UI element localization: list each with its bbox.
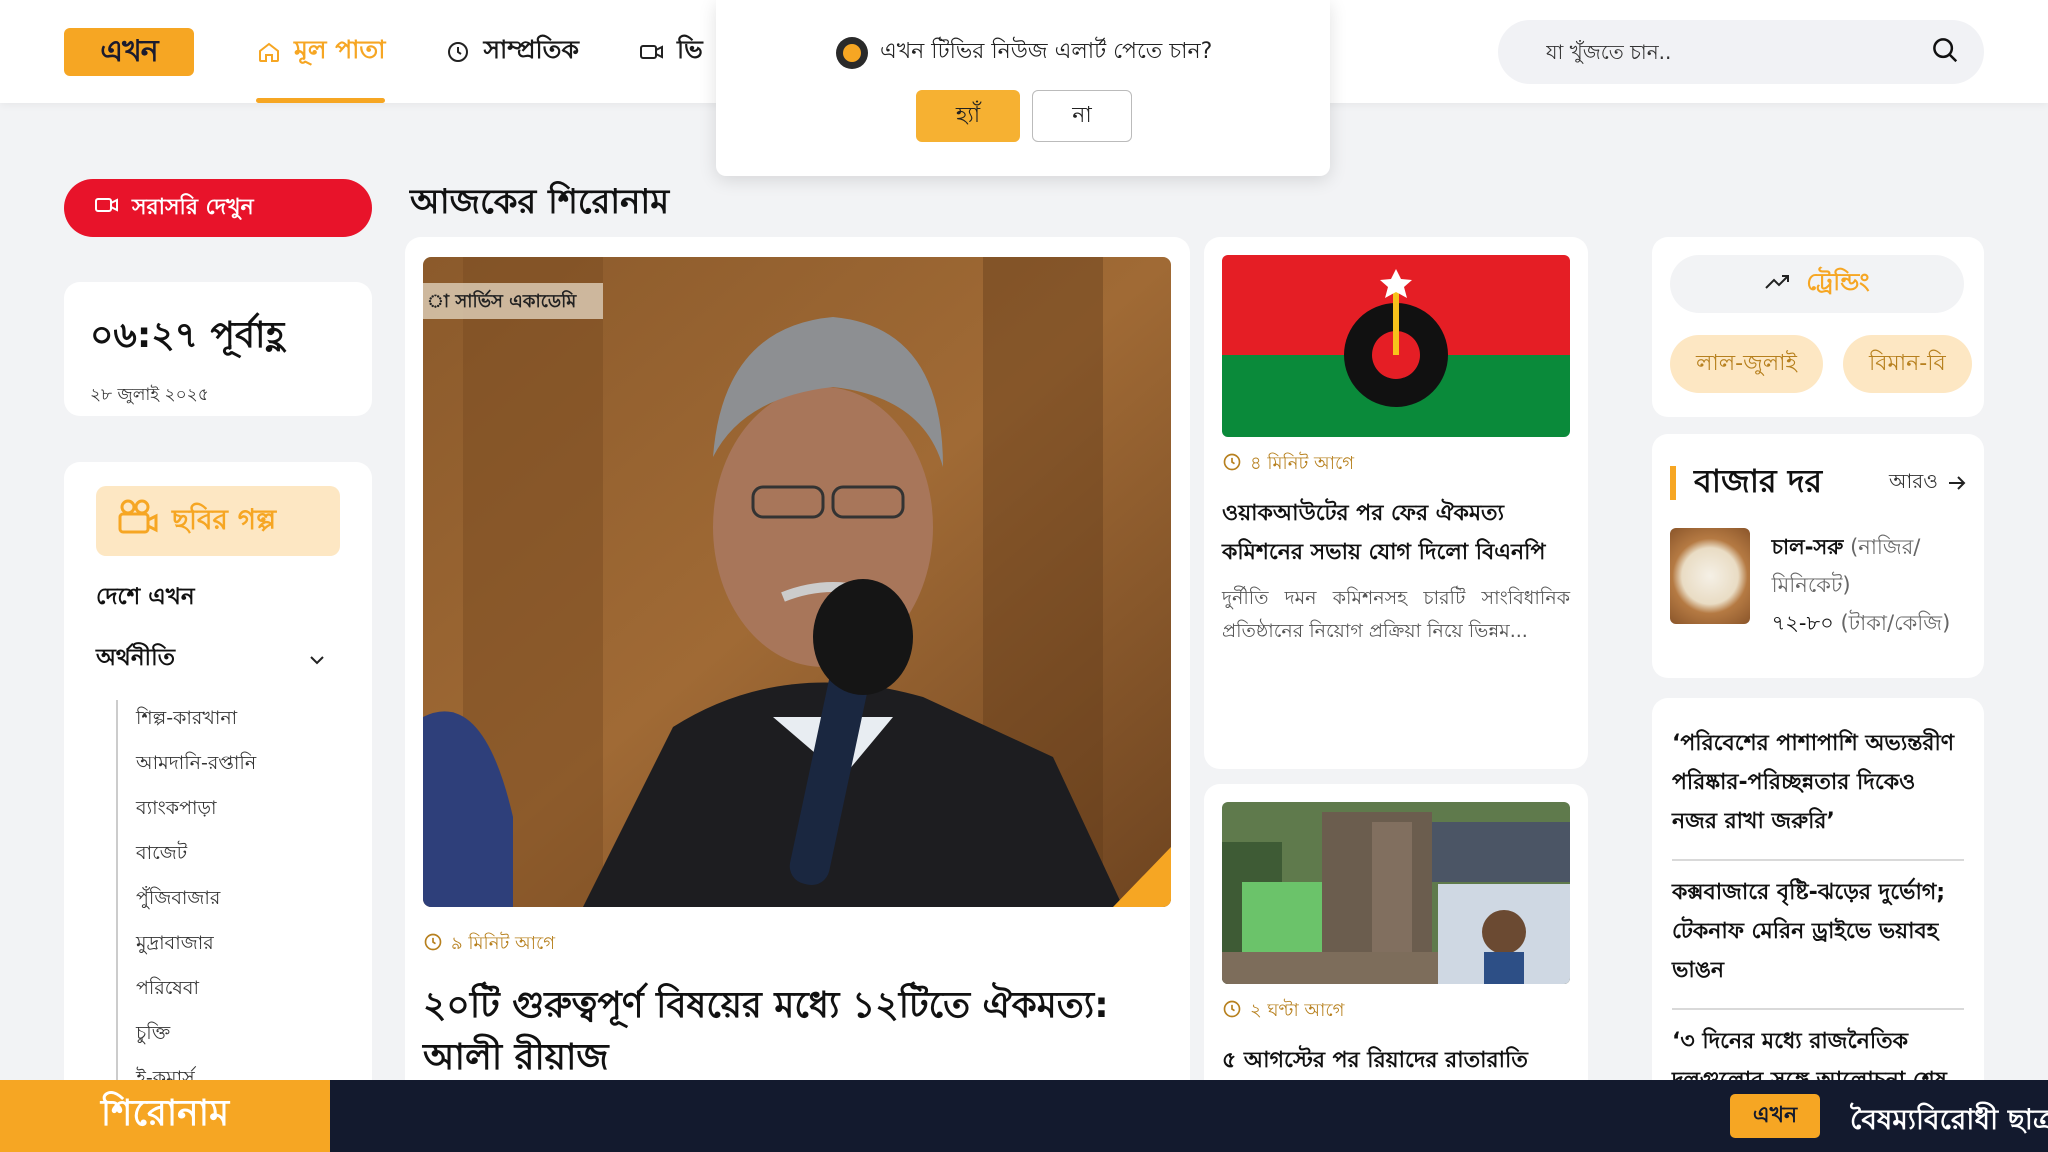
market-title-text: বাজার দর xyxy=(1694,462,1823,500)
market-title: বাজার দর xyxy=(1670,456,1822,510)
submenu-item[interactable]: বাজেট xyxy=(136,835,340,880)
current-date: ২৮ জুলাই ২০২৫ xyxy=(90,385,209,405)
search-input[interactable] xyxy=(1546,40,1906,64)
submenu-item[interactable]: মুদ্রাবাজার xyxy=(136,925,340,970)
clock-icon xyxy=(1222,999,1242,1024)
side-title[interactable]: ৫ আগস্টের পর রিয়াদের রাতারাতি xyxy=(1222,1041,1570,1080)
submenu-item[interactable]: ব্যাংকপাড়া xyxy=(136,790,340,835)
lead-time-text: ৯ মিনিট আগে xyxy=(451,933,555,954)
trending-card: ট্রেন্ডিং লাল-জুলাই বিমান-বি xyxy=(1652,237,1984,417)
image-caption: া সার্ভিস একাডেমি xyxy=(427,291,577,312)
submenu-item[interactable]: শিল্প-কারখানা xyxy=(136,700,340,745)
lead-article[interactable]: া সার্ভিস একাডেমি ৯ মিনিট আগে ২০টি গুরুত… xyxy=(405,237,1190,1082)
rice-image xyxy=(1670,528,1750,624)
right-headlines: ‘পরিবেশের পাশাপাশি অভ্যন্তরীণ পরিষ্কার-প… xyxy=(1652,698,1984,1082)
search-bar xyxy=(1498,20,1984,84)
logo-text: এখন xyxy=(100,33,158,69)
side-article-1[interactable]: ৪ মিনিট আগে ওয়াকআউটের পর ফের ঐকমত্য কমি… xyxy=(1204,237,1588,769)
menu-link-economy[interactable]: অর্থনীতি xyxy=(96,639,340,678)
market-more-link[interactable]: আরও xyxy=(1889,467,1966,500)
headline-item[interactable]: কক্সবাজারে বৃষ্টি-ঝড়ের দুর্ভোগ; টেকনাফ … xyxy=(1672,861,1964,1010)
headline-item[interactable]: ‘৩ দিনের মধ্যে রাজনৈতিক দলগুলোর সঙ্গে আল… xyxy=(1672,1010,1964,1082)
alert-no-button[interactable]: না xyxy=(1032,90,1132,142)
camera-icon xyxy=(116,498,160,545)
submenu-item[interactable]: পরিষেবা xyxy=(136,970,340,1015)
side-time: ২ ঘণ্টা আগে xyxy=(1222,996,1570,1027)
arrow-right-icon xyxy=(1948,471,1966,495)
submenu-item[interactable]: পুঁজিবাজার xyxy=(136,880,340,925)
nav-item-video[interactable]: ভি xyxy=(639,0,703,103)
market-item-unit: (টাকা/কেজি) xyxy=(1840,611,1951,635)
trending-tags: লাল-জুলাই বিমান-বি xyxy=(1670,335,1972,393)
trending-up-icon xyxy=(1764,270,1792,298)
watch-live-button[interactable]: সরাসরি দেখুন xyxy=(64,179,372,237)
market-item-info: চাল-সরু (নাজির/ মিনিকেট) ৭২-৮০ (টাকা/কেজ… xyxy=(1772,528,1966,642)
ticker-label: শিরোনাম xyxy=(0,1080,330,1152)
submenu-item[interactable]: ই-কমার্স xyxy=(136,1060,340,1082)
trending-label: ট্রেন্ডিং xyxy=(1806,268,1870,296)
watch-live-label: সরাসরি দেখুন xyxy=(132,194,254,220)
alert-yes-button[interactable]: হ্যাঁ xyxy=(916,90,1020,142)
side-excerpt: দুর্নীতি দমন কমিশনসহ চারটি সাংবিধানিক প্… xyxy=(1222,587,1570,642)
side-article-2[interactable]: ২ ঘণ্টা আগে ৫ আগস্টের পর রিয়াদের রাতারা… xyxy=(1204,784,1588,1082)
menu-link-label: অর্থনীতি xyxy=(96,645,175,671)
alert-avatar-icon xyxy=(836,36,868,69)
current-time: ০৬:২৭ পূর্বাহ্ণ xyxy=(90,315,285,356)
ticker-text[interactable]: বৈষম্যবিরোধী ছাত্র xyxy=(1850,1098,2048,1145)
market-item-name: চাল-সরু xyxy=(1771,535,1844,559)
side-time: ৪ মিনিট আগে xyxy=(1222,449,1570,480)
clock-card: ০৬:২৭ পূর্বাহ্ণ ২৮ জুলাই ২০২৫ xyxy=(64,282,372,416)
trending-tag[interactable]: লাল-জুলাই xyxy=(1670,335,1824,393)
side-article-image[interactable] xyxy=(1222,802,1570,984)
photo-story-button[interactable]: ছবির গল্প xyxy=(96,486,340,556)
trending-header[interactable]: ট্রেন্ডিং xyxy=(1670,255,1964,313)
lead-time: ৯ মিনিট আগে xyxy=(423,929,1172,960)
market-item-price: ৭২-৮০ xyxy=(1771,611,1834,635)
menu-link-label: দেশে এখন xyxy=(96,584,195,610)
video-icon xyxy=(94,194,120,222)
side-time-text: ৪ মিনিট আগে xyxy=(1250,453,1354,474)
site-logo[interactable]: এখন xyxy=(64,28,194,76)
lead-title[interactable]: ২০টি গুরুত্বপূর্ণ বিষয়ের মধ্যে ১২টিতে ঐ… xyxy=(423,980,1172,1084)
submenu-item[interactable]: আমদানি-রপ্তানি xyxy=(136,745,340,790)
clock-icon xyxy=(423,932,443,957)
clock-icon xyxy=(1222,452,1242,477)
market-item[interactable]: চাল-সরু (নাজির/ মিনিকেট) ৭২-৮০ (টাকা/কেজ… xyxy=(1670,528,1966,642)
home-icon xyxy=(256,39,282,65)
alert-text: এখন টিভির নিউজ এলার্ট পেতে চান? xyxy=(880,39,1213,64)
news-ticker: শিরোনাম এখন বৈষম্যবিরোধী ছাত্র xyxy=(0,1080,2048,1152)
main-nav: মূল পাতা সাম্প্রতিক ভি xyxy=(256,0,703,103)
side-article-image[interactable] xyxy=(1222,255,1570,437)
photo-story-label: ছবির গল্প xyxy=(172,502,277,536)
submenu-item[interactable]: চুক্তি xyxy=(136,1015,340,1060)
category-menu: ছবির গল্প দেশে এখন অর্থনীতি শিল্প-কারখান… xyxy=(64,462,372,1082)
more-label: আরও xyxy=(1888,468,1938,493)
market-header: বাজার দর আরও xyxy=(1670,456,1966,510)
news-alert-popup: এখন টিভির নিউজ এলার্ট পেতে চান? হ্যাঁ না xyxy=(716,0,1330,176)
side-title[interactable]: ওয়াকআউটের পর ফের ঐকমত্য কমিশনের সভায় য… xyxy=(1222,494,1570,572)
ticker-logo: এখন xyxy=(1730,1094,1820,1138)
video-icon xyxy=(639,39,665,65)
chevron-down-icon[interactable] xyxy=(308,646,326,672)
menu-link-country[interactable]: দেশে এখন xyxy=(96,578,340,617)
nav-item-label: মূল পাতা xyxy=(294,35,386,64)
section-title: আজকের শিরোনাম xyxy=(410,182,670,222)
lead-article-image[interactable]: া সার্ভিস একাডেমি xyxy=(423,257,1171,907)
economy-submenu: শিল্প-কারখানা আমদানি-রপ্তানি ব্যাংকপাড়া… xyxy=(116,700,340,1082)
nav-item-recent[interactable]: সাম্প্রতিক xyxy=(445,0,579,103)
nav-item-home[interactable]: মূল পাতা xyxy=(256,0,386,103)
headline-item[interactable]: ‘পরিবেশের পাশাপাশি অভ্যন্তরীণ পরিষ্কার-প… xyxy=(1672,712,1964,861)
side-time-text: ২ ঘণ্টা আগে xyxy=(1250,1000,1345,1021)
market-price-card: বাজার দর আরও চাল-সরু (নাজির/ মিনিকেট) ৭২… xyxy=(1652,434,1984,678)
search-icon[interactable] xyxy=(1930,35,1960,69)
nav-item-label: সাম্প্রতিক xyxy=(483,35,579,64)
alert-message: এখন টিভির নিউজ এলার্ট পেতে চান? xyxy=(836,34,1212,71)
nav-item-label: ভি xyxy=(676,35,703,64)
clock-icon xyxy=(445,39,471,65)
trending-tag[interactable]: বিমান-বি xyxy=(1843,335,1972,393)
